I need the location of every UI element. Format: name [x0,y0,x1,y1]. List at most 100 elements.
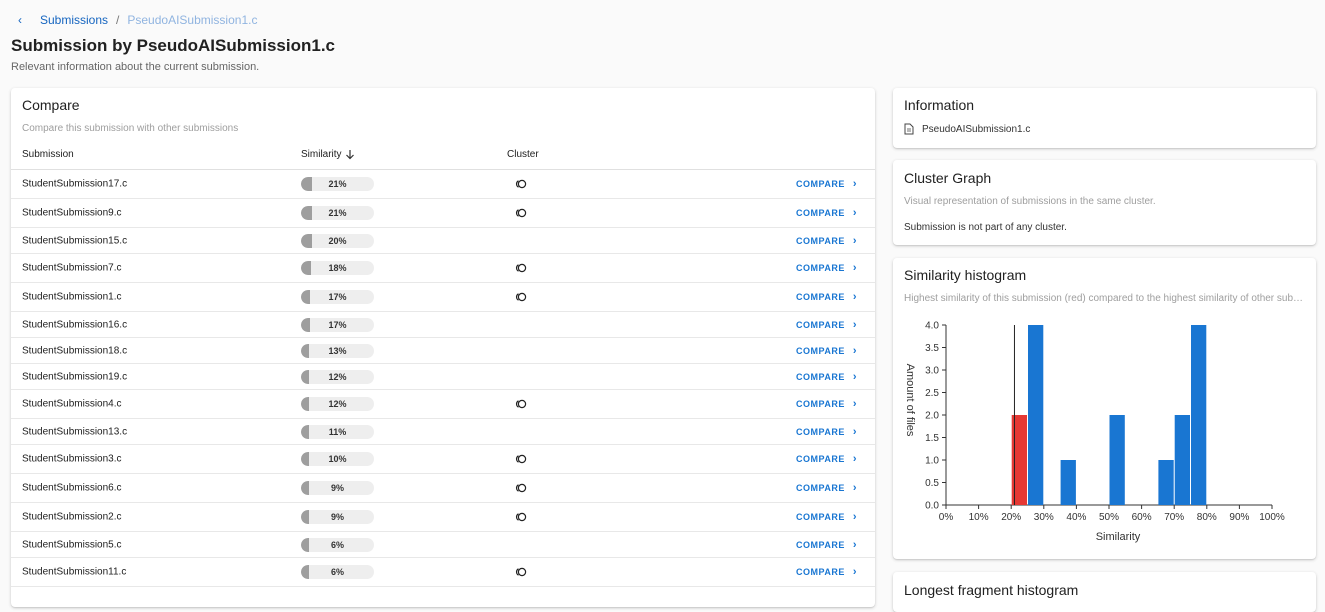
similarity-value: 17% [328,319,347,330]
submission-name: StudentSubmission7.c [22,262,122,274]
compare-button[interactable]: COMPARE › [796,235,857,247]
compare-button-label: COMPARE [796,426,845,437]
x-tick-label: 10% [969,512,989,523]
table-row[interactable]: StudentSubmission16.c 17% COMPARE › [11,312,875,338]
column-cluster[interactable]: Cluster [507,149,539,160]
cluster-icon[interactable] [514,292,528,302]
cluster-icon[interactable] [514,512,528,522]
table-row[interactable]: StudentSubmission17.c 21% COMPARE › [11,170,875,199]
compare-button[interactable]: COMPARE › [796,178,857,190]
table-row[interactable]: StudentSubmission3.c 10% COMPARE › [11,445,875,474]
longest-fragment-card: Longest fragment histogram [893,572,1316,612]
x-tick-label: 80% [1197,512,1217,523]
compare-button[interactable]: COMPARE › [796,398,857,410]
similarity-value: 21% [328,208,347,218]
breadcrumb-submissions-link[interactable]: Submissions [40,13,108,27]
compare-button[interactable]: COMPARE › [796,539,857,551]
similarity-bar: 21% [301,206,374,220]
submission-name: StudentSubmission19.c [22,371,128,382]
similarity-value: 11% [328,426,347,437]
y-axis-label: Amount of files [904,364,916,437]
compare-button[interactable]: COMPARE › [796,371,857,383]
similarity-value: 18% [328,263,347,273]
cluster-icon[interactable] [514,208,528,218]
table-row[interactable]: StudentSubmission15.c 20% COMPARE › [11,228,875,254]
compare-button-label: COMPARE [796,512,845,522]
compare-title: Compare [22,97,80,113]
column-similarity[interactable]: Similarity [301,149,355,160]
compare-button-label: COMPARE [796,454,845,464]
chevron-right-icon: › [852,511,858,523]
chevron-right-icon: › [852,318,858,331]
submission-name: StudentSubmission3.c [22,453,122,465]
similarity-value: 13% [328,345,347,356]
similarity-histogram-title: Similarity histogram [904,267,1027,283]
submission-name: StudentSubmission2.c [22,511,122,523]
cluster-icon[interactable] [514,399,528,409]
similarity-bar: 11% [301,424,374,439]
similarity-bar: 17% [301,317,374,332]
table-row[interactable]: StudentSubmission13.c 11% COMPARE › [11,419,875,445]
compare-button[interactable]: COMPARE › [796,511,857,523]
breadcrumb: ‹ Submissions / PseudoAISubmission1.c [18,13,257,27]
cluster-icon[interactable] [514,454,528,464]
compare-button-label: COMPARE [796,319,845,330]
y-tick-label: 0.0 [925,501,939,512]
compare-button[interactable]: COMPARE › [796,319,857,331]
compare-button[interactable]: COMPARE › [796,426,857,438]
histogram-bar [1158,460,1174,505]
compare-button[interactable]: COMPARE › [796,566,857,578]
compare-button-label: COMPARE [796,483,845,493]
chevron-right-icon: › [852,178,858,190]
compare-button[interactable]: COMPARE › [796,345,857,357]
table-row[interactable]: StudentSubmission4.c 12% COMPARE › [11,390,875,419]
compare-button-label: COMPARE [796,263,845,273]
similarity-bar: 20% [301,233,374,248]
cluster-icon[interactable] [514,483,528,493]
table-row[interactable]: StudentSubmission19.c 12% COMPARE › [11,364,875,390]
compare-button-label: COMPARE [796,371,845,382]
table-row[interactable]: StudentSubmission6.c 9% COMPARE › [11,474,875,503]
submission-name: StudentSubmission13.c [22,426,128,437]
chevron-left-icon[interactable]: ‹ [18,13,32,27]
similarity-bar: 6% [301,565,374,579]
x-tick-label: 90% [1229,512,1249,523]
submission-name: StudentSubmission1.c [22,291,122,303]
chevron-right-icon: › [852,482,858,494]
cluster-icon[interactable] [514,263,528,273]
column-similarity-label: Similarity [301,149,342,160]
cluster-icon[interactable] [514,567,528,577]
submission-name: StudentSubmission18.c [22,345,128,356]
table-row[interactable]: StudentSubmission1.c 17% COMPARE › [11,283,875,312]
table-row[interactable]: StudentSubmission9.c 21% COMPARE › [11,199,875,228]
information-file: PseudoAISubmission1.c [904,123,1030,135]
table-row[interactable]: StudentSubmission11.c 6% COMPARE › [11,558,875,587]
compare-button-label: COMPARE [796,292,845,302]
compare-button-label: COMPARE [796,399,845,409]
similarity-bar: 12% [301,397,374,411]
cluster-graph-title: Cluster Graph [904,170,992,186]
compare-button[interactable]: COMPARE › [796,262,857,274]
cluster-icon[interactable] [514,179,528,189]
submission-name: StudentSubmission11.c [22,566,127,578]
similarity-value: 9% [330,483,344,493]
table-row[interactable]: StudentSubmission18.c 13% COMPARE › [11,338,875,364]
similarity-value: 6% [330,567,344,577]
chevron-right-icon: › [852,538,858,551]
table-row[interactable]: StudentSubmission7.c 18% COMPARE › [11,254,875,283]
compare-button[interactable]: COMPARE › [796,291,857,303]
similarity-histogram-card: 0.0 0.5 1.0 1.5 2.0 2.5 3.0 3.5 4.0 0% 10% 20% 30% 40… [893,258,1316,559]
x-axis-label: Similarity [1096,531,1141,543]
compare-button[interactable]: COMPARE › [796,453,857,465]
compare-button[interactable]: COMPARE › [796,482,857,494]
histogram-bar [1191,325,1207,505]
chevron-right-icon: › [852,207,858,219]
x-tick-label: 100% [1259,512,1285,523]
table-row[interactable]: StudentSubmission5.c 6% COMPARE › [11,532,875,558]
table-row[interactable]: StudentSubmission2.c 9% COMPARE › [11,503,875,532]
compare-button[interactable]: COMPARE › [796,207,857,219]
y-tick-label: 2.0 [925,411,939,422]
column-submission[interactable]: Submission [22,149,74,160]
y-tick-label: 4.0 [925,321,939,332]
similarity-value: 10% [328,454,347,464]
